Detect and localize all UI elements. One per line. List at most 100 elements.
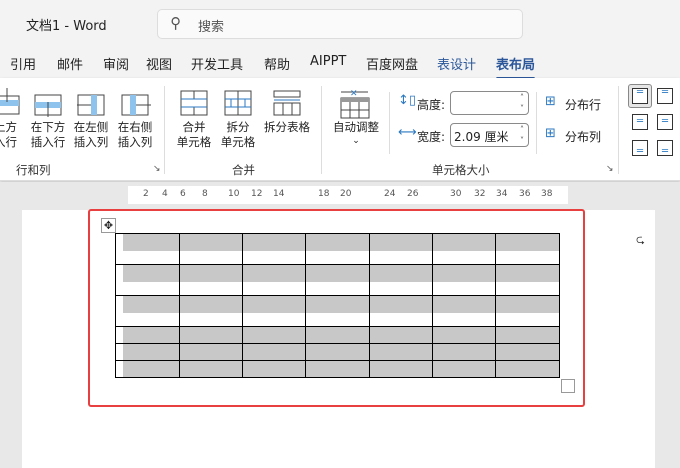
table-cell[interactable] [495, 343, 560, 361]
table-cell[interactable] [115, 360, 180, 378]
table-cell[interactable] [242, 326, 306, 344]
cell-shading [243, 296, 305, 313]
split-table-label: 拆分表格 [264, 120, 310, 134]
table-cell[interactable] [179, 343, 243, 361]
ruler-tick-label: 34 [496, 189, 508, 199]
comment-icon[interactable]: ⮎ [636, 231, 645, 250]
cell-shading [496, 234, 559, 251]
insert-above-label: 上方 [0, 120, 17, 134]
table-cell[interactable] [369, 295, 433, 327]
table-cell[interactable] [305, 264, 370, 296]
split-cells-label: 拆分 [226, 120, 250, 134]
cell-shading [180, 296, 242, 313]
table-cell[interactable] [179, 326, 243, 344]
table-cell[interactable] [115, 326, 180, 344]
search-icon: ⚲ [170, 14, 181, 32]
table-cell[interactable] [305, 360, 370, 378]
search-input[interactable]: 搜索 [198, 16, 224, 35]
tab-references[interactable]: 引用 [10, 54, 36, 73]
ruler-tick-label: 26 [407, 189, 419, 199]
cell-shading [370, 234, 432, 251]
cell-shading [123, 234, 179, 251]
table-cell[interactable] [115, 264, 180, 296]
table-cell[interactable] [369, 264, 433, 296]
align-bottom-center-icon[interactable]: ═ [657, 140, 673, 157]
tab-baidu[interactable]: 百度网盘 [366, 54, 418, 73]
width-input[interactable]: 2.09 厘米 ˄ ˅ [450, 123, 529, 147]
table-cell[interactable] [432, 360, 496, 378]
table-cell[interactable] [242, 295, 306, 327]
align-middle-left-icon[interactable]: ═ [632, 114, 648, 130]
distribute-cols-button[interactable]: 分布列 [565, 128, 601, 145]
table-cell[interactable] [495, 264, 560, 296]
table-cell[interactable] [242, 343, 306, 361]
table-cell[interactable] [305, 295, 370, 327]
cell-shading [433, 361, 495, 377]
search-box[interactable]: ⚲ 搜索 [157, 9, 523, 39]
table-cell[interactable] [305, 326, 370, 344]
table-cell[interactable] [432, 264, 496, 296]
divider [389, 92, 390, 154]
table-cell[interactable] [369, 233, 433, 265]
height-input[interactable]: ˄ ˅ [450, 91, 529, 115]
tab-aippt[interactable]: AIPPT [310, 54, 346, 69]
ruler-tick-label: 6 [180, 189, 186, 199]
cell-shading [433, 296, 495, 313]
ruler-tick-label: 24 [384, 189, 396, 199]
tab-review[interactable]: 审阅 [103, 54, 129, 73]
table-cell[interactable] [495, 233, 560, 265]
tab-view[interactable]: 视图 [146, 54, 172, 73]
merge-cells-label: 合并 [182, 120, 206, 134]
table-cell[interactable] [305, 233, 370, 265]
table-cell[interactable] [179, 264, 243, 296]
table-cell[interactable] [369, 360, 433, 378]
tab-table-design[interactable]: 表设计 [437, 54, 476, 73]
tab-help[interactable]: 帮助 [264, 54, 290, 73]
table-cell[interactable] [242, 360, 306, 378]
width-value[interactable]: 2.09 厘米 [454, 130, 509, 144]
tab-table-layout[interactable]: 表布局 [496, 54, 536, 80]
table-cell[interactable] [115, 343, 180, 361]
split-cells-icon [224, 90, 252, 116]
table-move-handle-icon[interactable]: ✥ [101, 218, 116, 233]
table-cell[interactable] [369, 326, 433, 344]
chevron-down-icon: ⌄ [352, 136, 360, 146]
cell-shading [433, 265, 495, 282]
horizontal-ruler[interactable]: 2 4 6 8 10 12 14 18 20 24 26 30 32 34 36 38 [0, 182, 680, 209]
table-cell[interactable] [179, 360, 243, 378]
tab-mailings[interactable]: 邮件 [57, 54, 83, 73]
spinner-icon[interactable]: ˄ ˅ [520, 92, 524, 114]
table-cell[interactable] [432, 295, 496, 327]
align-top-left-icon[interactable]: ═ [632, 88, 648, 104]
table-cell[interactable] [495, 295, 560, 327]
table-cell[interactable] [242, 233, 306, 265]
table-cell[interactable] [495, 326, 560, 344]
tab-developer[interactable]: 开发工具 [191, 54, 243, 73]
table-cell[interactable] [115, 233, 180, 265]
distribute-rows-button[interactable]: 分布行 [565, 96, 601, 113]
table-cell[interactable] [242, 264, 306, 296]
insert-left-icon [77, 94, 105, 116]
table-cell[interactable] [495, 360, 560, 378]
insert-right-label-2: 插入列 [117, 135, 153, 149]
table-cell[interactable] [432, 343, 496, 361]
ruler-tick-label: 30 [450, 189, 462, 199]
spinner-icon[interactable]: ˄ ˅ [520, 124, 524, 146]
table-cell[interactable] [179, 233, 243, 265]
table-cell[interactable] [305, 343, 370, 361]
align-middle-center-icon[interactable]: ═ [657, 114, 673, 130]
align-top-center-icon[interactable]: ═ [657, 88, 673, 104]
table-cell[interactable] [369, 343, 433, 361]
table-cell[interactable] [432, 233, 496, 265]
cell-shading [433, 234, 495, 251]
table-resize-handle[interactable] [561, 379, 575, 393]
align-bottom-left-icon[interactable]: ═ [632, 140, 648, 157]
table-cell[interactable] [115, 295, 180, 327]
dialog-launcher-icon[interactable]: ↘ [606, 164, 614, 174]
cell-shading [306, 361, 369, 377]
cell-shading [123, 361, 179, 377]
cell-shading [123, 327, 179, 343]
table-cell[interactable] [179, 295, 243, 327]
dialog-launcher-icon[interactable]: ↘ [153, 164, 161, 174]
table-cell[interactable] [432, 326, 496, 344]
